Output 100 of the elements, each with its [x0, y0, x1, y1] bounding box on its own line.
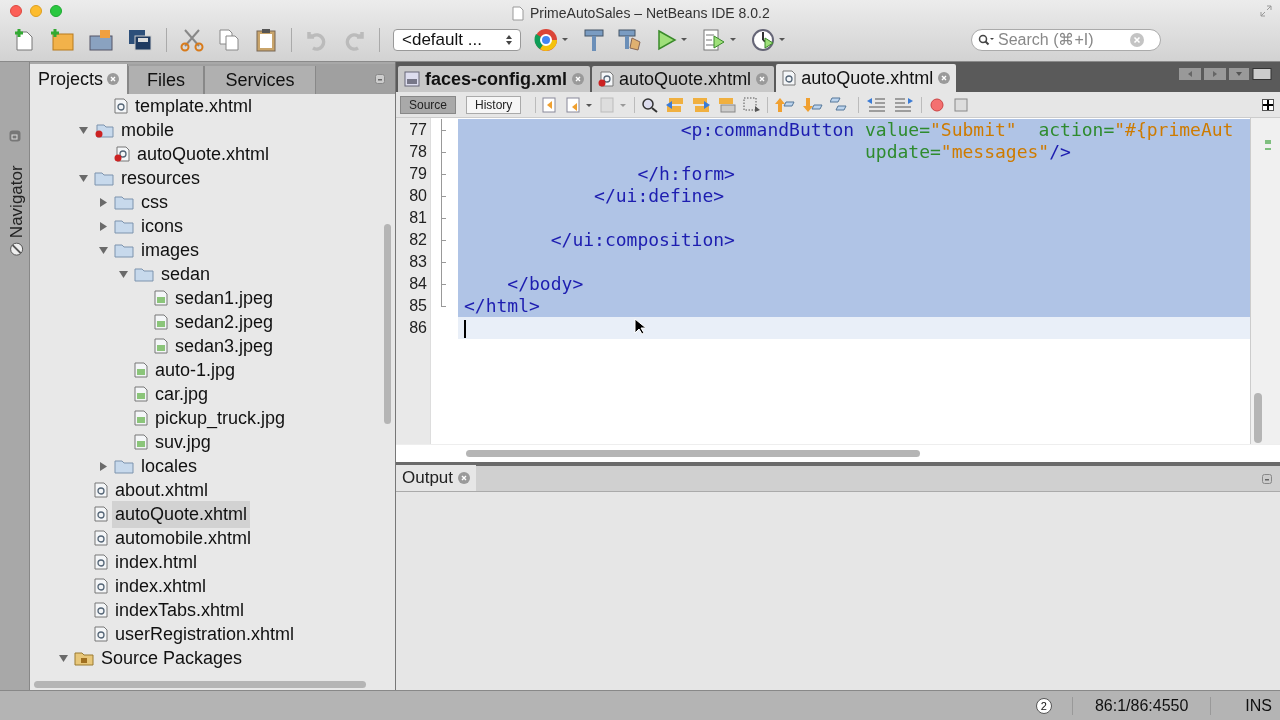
- clear-icon[interactable]: [1130, 33, 1144, 47]
- code-line: </h:form>: [637, 163, 735, 184]
- open-folder-icon[interactable]: [88, 28, 114, 52]
- fullscreen-icon: [1260, 5, 1272, 17]
- horizontal-scrollbar[interactable]: [34, 681, 366, 688]
- panel-tab[interactable]: Services: [204, 66, 317, 94]
- search-icon: [978, 34, 996, 46]
- close-icon[interactable]: [572, 73, 585, 85]
- close-icon[interactable]: [756, 73, 769, 85]
- web-page-icon: [94, 482, 108, 498]
- notifications-button[interactable]: 2: [1035, 697, 1052, 714]
- debug-icon[interactable]: [702, 28, 738, 52]
- record-macro-icon[interactable]: [928, 96, 947, 113]
- tree-item[interactable]: autoQuote.xhtml: [112, 500, 251, 528]
- new-project-icon[interactable]: [49, 28, 75, 52]
- collapsed-arrow-icon[interactable]: [99, 221, 107, 231]
- profile-icon[interactable]: [751, 28, 787, 52]
- line-number: 81: [408, 208, 428, 228]
- web-page-icon: [782, 70, 797, 86]
- vertical-scrollbar[interactable]: [384, 224, 391, 424]
- search-field[interactable]: Search (⌘+I): [971, 29, 1161, 51]
- folder-icon: [134, 266, 154, 282]
- editor-tab[interactable]: autoQuote.xhtml: [776, 64, 957, 92]
- expanded-arrow-icon[interactable]: [58, 654, 68, 662]
- web-page-icon: [94, 530, 108, 546]
- web-page-icon: [114, 98, 128, 114]
- folder-icon: [114, 458, 134, 474]
- close-icon[interactable]: [458, 472, 471, 484]
- web-page-icon: [94, 626, 108, 642]
- web-page-error-icon: [114, 146, 130, 162]
- expanded-arrow-icon[interactable]: [78, 126, 88, 134]
- scroll-left-icon[interactable]: [1179, 68, 1201, 80]
- cut-icon[interactable]: [180, 28, 204, 52]
- code-line: </ui:define>: [594, 185, 725, 206]
- maximize-icon[interactable]: [1252, 68, 1272, 80]
- minimize-window-button[interactable]: [30, 5, 42, 17]
- line-number: 83: [408, 252, 428, 272]
- insert-mode: INS: [1245, 695, 1272, 716]
- run-icon[interactable]: [655, 28, 689, 52]
- save-all-icon[interactable]: [127, 28, 153, 52]
- editor-tab[interactable]: autoQuote.xhtml: [592, 66, 775, 92]
- close-window-button[interactable]: [10, 5, 22, 17]
- image-file-icon: [134, 386, 148, 402]
- copy-icon[interactable]: [217, 28, 241, 52]
- close-icon[interactable]: [938, 72, 951, 84]
- line-number: 80: [408, 186, 428, 206]
- toggle-highlight-icon[interactable]: [717, 96, 738, 113]
- hammer-icon[interactable]: [583, 28, 605, 52]
- view-toggle-button[interactable]: Source: [400, 95, 457, 114]
- document-icon: [512, 6, 524, 21]
- zoom-window-button[interactable]: [50, 5, 62, 17]
- caret-position: 86:1/86:4550: [1094, 695, 1189, 716]
- stop-macro-icon[interactable]: [952, 96, 971, 113]
- window-title: PrimeAutoSales – NetBeans IDE 8.0.2: [530, 4, 770, 23]
- line-number: 79: [408, 164, 428, 184]
- editor-tab[interactable]: faces-config.xml: [398, 66, 591, 92]
- next-bookmark-icon[interactable]: [802, 96, 825, 113]
- view-toggle-button[interactable]: History: [466, 95, 522, 114]
- line-number: 86: [408, 318, 428, 338]
- panel-tab[interactable]: Projects: [30, 64, 129, 94]
- expanded-arrow-icon[interactable]: [78, 174, 88, 182]
- configuration-dropdown[interactable]: <default ...: [393, 29, 521, 51]
- browser-icon[interactable]: [534, 28, 570, 52]
- line-number: 77: [408, 120, 428, 140]
- minimize-panel-icon[interactable]: [1262, 474, 1272, 484]
- paste-icon[interactable]: [254, 28, 278, 52]
- find-icon[interactable]: [641, 96, 660, 113]
- scroll-right-icon[interactable]: [1204, 68, 1226, 80]
- find-previous-icon[interactable]: [665, 96, 686, 113]
- minimize-panel-icon[interactable]: [375, 74, 385, 84]
- image-file-icon: [154, 314, 168, 330]
- vertical-scrollbar[interactable]: [1254, 393, 1262, 443]
- image-file-icon: [134, 362, 148, 378]
- text-cursor: [464, 320, 466, 338]
- image-file-icon: [154, 290, 168, 306]
- collapsed-arrow-icon[interactable]: [99, 197, 107, 207]
- collapsed-arrow-icon[interactable]: [99, 461, 107, 471]
- expanded-arrow-icon[interactable]: [98, 246, 108, 254]
- find-next-icon[interactable]: [691, 96, 712, 113]
- web-page-icon: [94, 506, 108, 522]
- code-line: </ui:composition>: [550, 229, 735, 250]
- clean-build-icon[interactable]: [618, 28, 642, 52]
- web-page-icon: [94, 602, 108, 618]
- expanded-arrow-icon[interactable]: [118, 270, 128, 278]
- previous-bookmark-icon[interactable]: [774, 96, 797, 113]
- panel-tab[interactable]: Files: [128, 66, 205, 94]
- shift-left-icon[interactable]: [865, 96, 888, 113]
- web-page-icon: [94, 554, 108, 570]
- back-icon[interactable]: [566, 96, 595, 113]
- output-tab[interactable]: Output: [396, 465, 477, 491]
- close-icon[interactable]: [107, 73, 120, 85]
- split-view-icon[interactable]: [1262, 98, 1274, 111]
- forward-icon[interactable]: [600, 96, 629, 113]
- navigator-tab[interactable]: Navigator: [6, 156, 26, 266]
- horizontal-scrollbar[interactable]: [466, 450, 920, 457]
- code-line: </body>: [507, 273, 584, 294]
- new-file-icon[interactable]: [12, 28, 36, 52]
- code-line: update="messages"/>: [864, 141, 1071, 162]
- rectangular-selection-icon[interactable]: [743, 96, 762, 113]
- restore-icon[interactable]: [9, 130, 21, 142]
